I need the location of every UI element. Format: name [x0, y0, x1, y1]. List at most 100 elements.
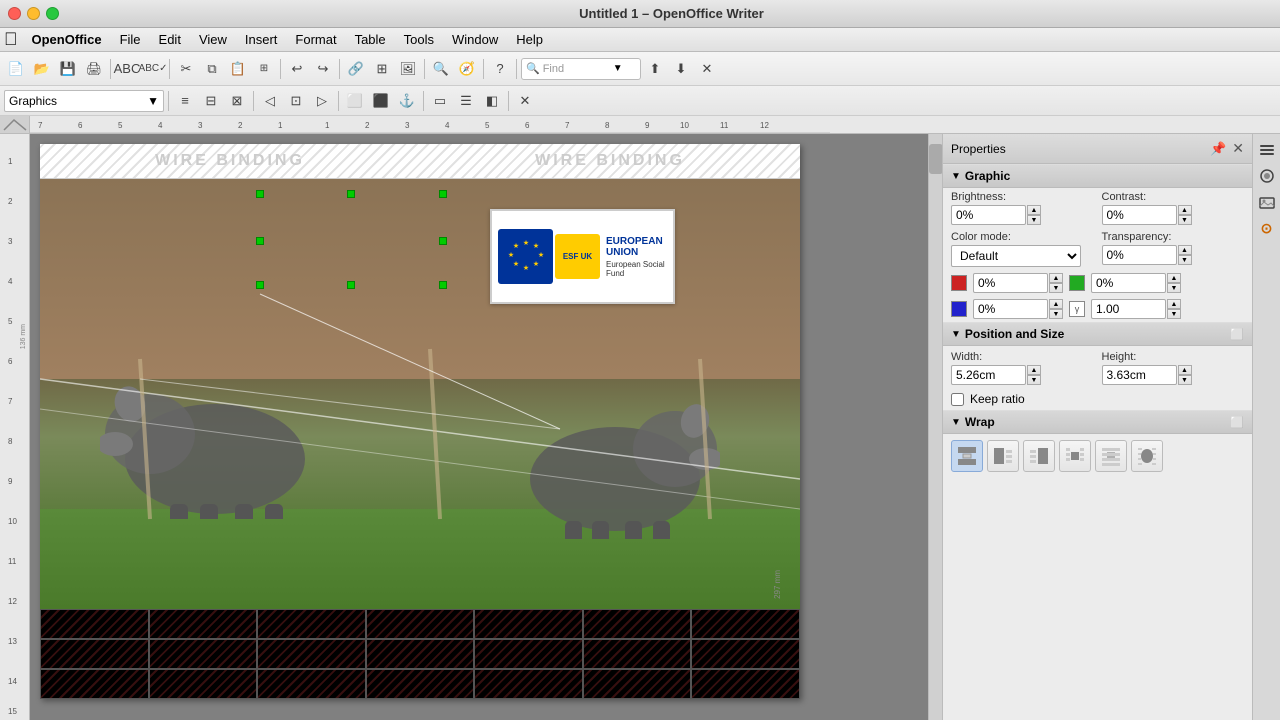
handle-mr[interactable]	[439, 237, 447, 245]
close-button[interactable]	[8, 7, 21, 20]
find-button[interactable]: 🔍	[429, 57, 453, 81]
gamma-input[interactable]	[1091, 299, 1166, 319]
width-input[interactable]	[951, 365, 1026, 385]
gamma-up[interactable]: ▲	[1167, 299, 1181, 309]
wrap-after-icon[interactable]	[1023, 440, 1055, 472]
bring-front-btn[interactable]: ⬜	[343, 89, 367, 113]
menubar-item-table[interactable]: Table	[347, 30, 394, 49]
blue-up[interactable]: ▲	[1049, 299, 1063, 309]
handle-tl[interactable]	[256, 190, 264, 198]
scrollbar-vertical[interactable]	[928, 134, 942, 720]
paste-button[interactable]: 📋	[226, 57, 250, 81]
menubar-item-insert[interactable]: Insert	[237, 30, 286, 49]
border-btn[interactable]: ▭	[428, 89, 452, 113]
document-area[interactable]: 1 2 3 4 5 6 7 8 9 10 11 12 13 14 15 136 …	[0, 134, 942, 720]
handle-ml[interactable]	[256, 237, 264, 245]
spell-button[interactable]: ABC	[115, 57, 139, 81]
navigator-button[interactable]: 🧭	[455, 57, 479, 81]
find-dropdown-arrow[interactable]: ▼	[613, 63, 623, 74]
height-down[interactable]: ▼	[1178, 375, 1192, 385]
wrap-before-icon[interactable]	[987, 440, 1019, 472]
handle-bc[interactable]	[347, 281, 355, 289]
find-close-button[interactable]: ✕	[695, 57, 719, 81]
copy-button[interactable]: ⧉	[200, 57, 224, 81]
minimize-button[interactable]	[27, 7, 40, 20]
contrast-input[interactable]	[1102, 205, 1177, 225]
handle-tr[interactable]	[439, 190, 447, 198]
green-up[interactable]: ▲	[1167, 273, 1181, 283]
find-input[interactable]	[543, 63, 613, 75]
save-button[interactable]: 💾	[56, 57, 80, 81]
brightness-down[interactable]: ▼	[1027, 215, 1041, 225]
wrap-parallel-icon[interactable]	[1059, 440, 1091, 472]
gamma-down[interactable]: ▼	[1167, 309, 1181, 319]
find-toolbar[interactable]: 🔍 ▼	[521, 58, 641, 80]
transparency-down[interactable]: ▼	[1178, 255, 1192, 265]
blue-down[interactable]: ▼	[1049, 309, 1063, 319]
green-input[interactable]	[1091, 273, 1166, 293]
table-button[interactable]: ⊞	[370, 57, 394, 81]
clone-button[interactable]: ⊞	[252, 57, 276, 81]
insert-image-button[interactable]: 🖼	[396, 57, 420, 81]
panel-close-button[interactable]: ✕	[1232, 140, 1244, 157]
main-image[interactable]: ★ ★ ★ ★ ★ ★ ★ ★ ESF	[40, 179, 800, 609]
colormode-select[interactable]: Default Grayscale Black/White Watermark	[951, 245, 1081, 267]
navigator-side-icon[interactable]: ⊙	[1255, 216, 1279, 240]
scrollbar-thumb[interactable]	[929, 144, 942, 174]
align-left-btn[interactable]: ◁	[258, 89, 282, 113]
height-up[interactable]: ▲	[1178, 365, 1192, 375]
open-button[interactable]: 📂	[30, 57, 54, 81]
contrast-spinner[interactable]: ▲ ▼	[1178, 205, 1192, 225]
styles-icon[interactable]	[1255, 164, 1279, 188]
menubar-item-help[interactable]: Help	[508, 30, 551, 49]
wrap-optimal-btn[interactable]: ⊠	[225, 89, 249, 113]
green-down[interactable]: ▼	[1167, 283, 1181, 293]
green-spinner[interactable]: ▲ ▼	[1167, 273, 1181, 293]
contrast-up[interactable]: ▲	[1178, 205, 1192, 215]
menubar-item-file[interactable]: File	[112, 30, 149, 49]
handle-br[interactable]	[439, 281, 447, 289]
transparency-input[interactable]	[1102, 245, 1177, 265]
menubar-item-edit[interactable]: Edit	[151, 30, 189, 49]
wrap-expand-icon[interactable]: ⬜	[1230, 416, 1244, 429]
wrap-section-header[interactable]: ▼ Wrap ⬜	[943, 410, 1252, 434]
properties-icon[interactable]	[1255, 138, 1279, 162]
height-input[interactable]	[1102, 365, 1177, 385]
wrap-through-icon[interactable]	[1095, 440, 1127, 472]
cut-button[interactable]: ✂	[174, 57, 198, 81]
brightness-input[interactable]	[951, 205, 1026, 225]
handle-tc[interactable]	[347, 190, 355, 198]
list-btn[interactable]: ☰	[454, 89, 478, 113]
eu-logo-selection[interactable]: ★ ★ ★ ★ ★ ★ ★ ★ ESF	[260, 194, 445, 289]
keep-ratio-checkbox[interactable]	[951, 393, 964, 406]
height-spinner[interactable]: ▲ ▼	[1178, 365, 1192, 385]
red-input[interactable]	[973, 273, 1048, 293]
window-controls[interactable]	[8, 7, 59, 20]
position-expand-icon[interactable]: ⬜	[1230, 328, 1244, 341]
panel-pin-button[interactable]: 📌	[1210, 141, 1226, 157]
red-spinner[interactable]: ▲ ▼	[1049, 273, 1063, 293]
print-button[interactable]: 🖨	[82, 57, 106, 81]
brightness-up[interactable]: ▲	[1027, 205, 1041, 215]
wrap-contour-icon[interactable]	[1131, 440, 1163, 472]
position-section-header[interactable]: ▼ Position and Size ⬜	[943, 322, 1252, 346]
gallery-icon[interactable]	[1255, 190, 1279, 214]
width-up[interactable]: ▲	[1027, 365, 1041, 375]
style-dropdown[interactable]: Graphics ▼	[4, 90, 164, 112]
wrap-none-btn[interactable]: ≡	[173, 89, 197, 113]
menubar-item-openoffice[interactable]: OpenOffice	[24, 30, 110, 49]
transparency-up[interactable]: ▲	[1178, 245, 1192, 255]
send-back-btn[interactable]: ⬛	[369, 89, 393, 113]
graphic-section-header[interactable]: ▼ Graphic	[943, 164, 1252, 188]
anchor-btn[interactable]: ⚓	[395, 89, 419, 113]
align-right-btn[interactable]: ▷	[310, 89, 334, 113]
find-prev-button[interactable]: ⬆	[643, 57, 667, 81]
wrap-page-btn[interactable]: ⊟	[199, 89, 223, 113]
blue-spinner[interactable]: ▲ ▼	[1049, 299, 1063, 319]
delete-btn[interactable]: ✕	[513, 89, 537, 113]
brightness-spinner[interactable]: ▲ ▼	[1027, 205, 1041, 225]
width-spinner[interactable]: ▲ ▼	[1027, 365, 1041, 385]
gamma-spinner[interactable]: ▲ ▼	[1167, 299, 1181, 319]
new-button[interactable]: 📄	[4, 57, 28, 81]
find-next-button[interactable]: ⬇	[669, 57, 693, 81]
